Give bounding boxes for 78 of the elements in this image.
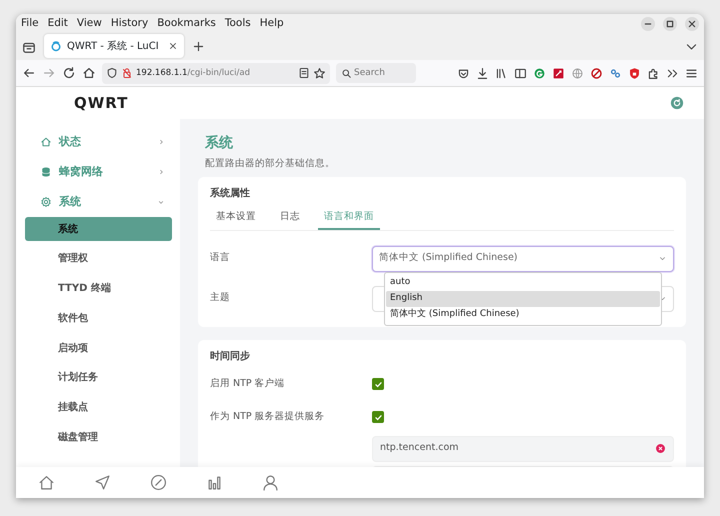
browser-tab[interactable]: QWRT - 系统 - LuCI (44, 34, 184, 58)
field-label: 主题 (210, 291, 231, 306)
dropdown-option[interactable]: auto (386, 274, 660, 290)
shield-icon[interactable] (628, 66, 641, 80)
star-icon[interactable] (313, 66, 326, 80)
checkbox[interactable] (372, 411, 384, 423)
menu-item[interactable]: History (110, 16, 148, 32)
maximize-icon[interactable] (663, 16, 677, 30)
submenu-item[interactable]: 启动项 (25, 336, 172, 360)
library-icon[interactable] (495, 66, 508, 80)
menu-item[interactable]: Help (260, 16, 284, 32)
user-icon[interactable] (262, 474, 279, 491)
address-bar[interactable]: 192.168.1.1/cgi-bin/luci/ad (102, 62, 330, 84)
insecure-lock-icon (121, 67, 133, 79)
site-icon (50, 40, 62, 52)
gear-icon (40, 196, 52, 208)
link-icon[interactable] (609, 66, 622, 80)
text-field[interactable]: ntp.tencent.com (372, 436, 674, 462)
home-icon[interactable] (38, 474, 55, 491)
tab-overview-icon[interactable] (22, 40, 36, 54)
url-text: 192.168.1.1/cgi-bin/luci/ad (136, 66, 251, 80)
refresh-icon[interactable] (670, 96, 684, 110)
section-title: 系统属性 (210, 186, 251, 202)
search-field[interactable]: Search (336, 63, 416, 83)
checkmark-icon (374, 412, 382, 422)
back-icon[interactable] (22, 66, 36, 80)
close-icon[interactable] (168, 41, 178, 51)
menu-icon[interactable] (685, 66, 698, 80)
checkmark-icon (374, 380, 382, 388)
database-icon (40, 166, 52, 178)
compass-icon[interactable] (150, 474, 167, 491)
submenu-item[interactable]: 系统 (25, 217, 172, 241)
new-tab-icon[interactable] (192, 40, 205, 53)
puzzle-icon[interactable] (647, 66, 660, 80)
submenu-item[interactable]: 软件包 (25, 306, 172, 330)
download-icon[interactable] (476, 66, 489, 80)
minimize-icon[interactable] (641, 16, 655, 30)
page-title: 系统 (205, 134, 234, 153)
menu-item[interactable]: Tools (224, 16, 251, 32)
shield-icon (106, 67, 118, 79)
menu-item[interactable]: Edit (48, 16, 68, 32)
bar-chart-icon[interactable] (206, 474, 223, 491)
submenu-item[interactable]: 挂载点 (25, 396, 172, 420)
submenu-item[interactable]: 计划任务 (25, 366, 172, 390)
clear-icon[interactable] (655, 443, 666, 454)
globe-icon[interactable] (571, 66, 584, 80)
home-icon[interactable] (82, 66, 96, 80)
sidebar-icon[interactable] (514, 66, 527, 80)
menu-item[interactable]: File (21, 16, 39, 32)
page-description: 配置路由器的部分基础信息。 (205, 157, 336, 171)
dropdown-option[interactable]: English (386, 290, 660, 306)
submenu-item[interactable]: 磁盘管理 (25, 426, 172, 450)
house-icon (40, 136, 52, 148)
select-field[interactable]: 简体中文 (Simplified Chinese) (372, 246, 674, 272)
tab[interactable]: 日志 (274, 209, 306, 230)
block-icon[interactable] (590, 66, 603, 80)
section-title: 时间同步 (210, 350, 251, 364)
search-icon (341, 68, 352, 78)
menu-item[interactable]: Bookmarks (157, 16, 216, 32)
dropdown-option[interactable]: 简体中文 (Simplified Chinese) (386, 306, 660, 322)
chevrons-right-icon[interactable] (666, 66, 679, 80)
reload-icon[interactable] (62, 66, 76, 80)
submenu-item[interactable]: 管理权 (25, 246, 172, 271)
field-label: 作为 NTP 服务器提供服务 (210, 410, 326, 424)
extension-icon[interactable] (552, 66, 565, 80)
tab[interactable]: 基本设置 (210, 209, 262, 230)
tab-title: QWRT - 系统 - LuCI (67, 40, 160, 54)
close-icon[interactable] (685, 16, 699, 30)
field-label: 语言 (210, 251, 231, 266)
pocket-icon[interactable] (457, 66, 470, 80)
send-icon[interactable] (94, 474, 111, 491)
extension-icon[interactable] (533, 66, 546, 80)
submenu-item[interactable]: TTYD 终端 (25, 276, 172, 301)
field-label: 启用 NTP 客户端 (210, 376, 286, 391)
checkbox[interactable] (372, 378, 384, 390)
brand-logo[interactable]: QWRT (74, 92, 128, 114)
reader-view-icon[interactable] (298, 67, 310, 79)
menu-item[interactable]: View (76, 16, 102, 32)
